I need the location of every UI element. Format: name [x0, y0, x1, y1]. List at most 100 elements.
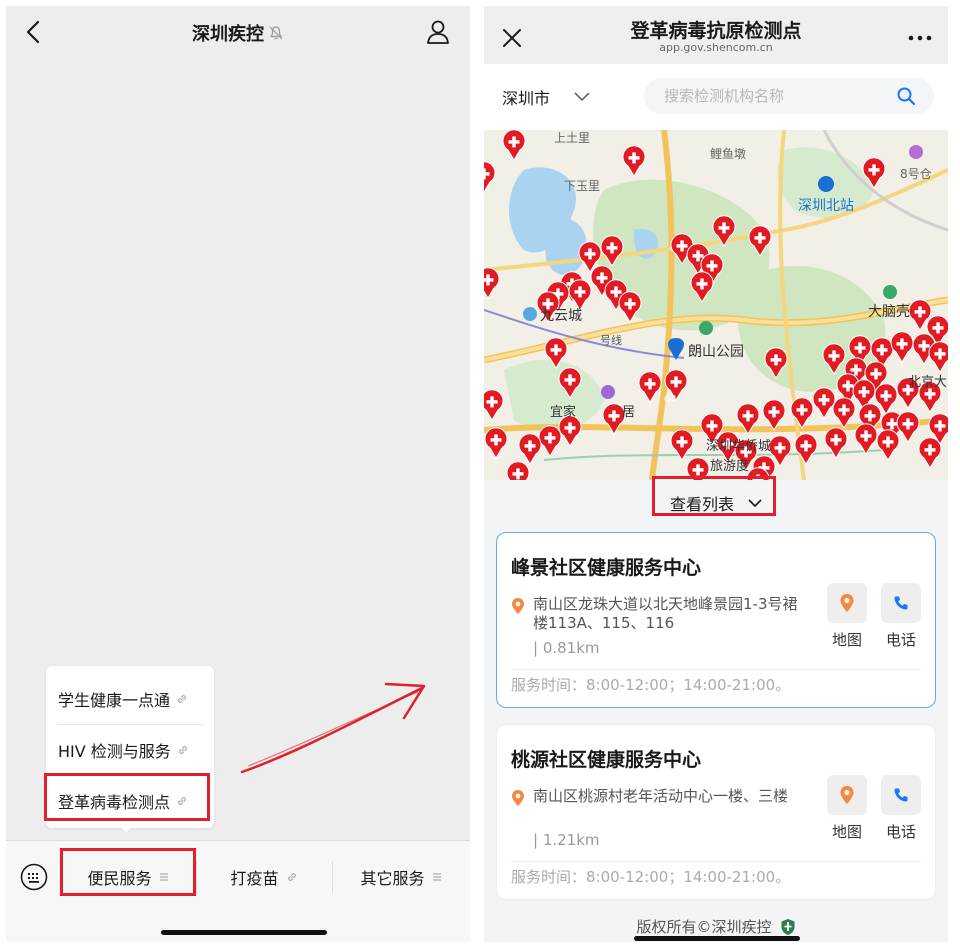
clinic-distance: | 1.21km — [533, 831, 600, 849]
medical-cross-pin-icon[interactable] — [876, 429, 900, 461]
map-label: 旅游度 — [710, 458, 749, 474]
clinic-hours: 服务时间：8:00-12:00；14:00-21:00。 — [511, 868, 791, 886]
phone-button[interactable]: 电话 — [881, 775, 921, 842]
location-pin-icon — [512, 790, 524, 806]
clinic-name: 桃源社区健康服务中心 — [511, 749, 702, 771]
map-water — [544, 217, 587, 275]
annotation-arrow — [240, 682, 426, 774]
phone-button-box — [881, 583, 921, 623]
menu-lines-icon — [432, 872, 442, 882]
map-button-box — [827, 775, 867, 815]
map-button-label: 地图 — [831, 823, 862, 841]
clinic-address: 南山区龙珠大道以北天地峰景园1-3号裙楼113A、115、116 — [533, 595, 798, 632]
copyright-footer: 版权所有©深圳疾控 — [484, 916, 948, 937]
map-label: 深圳华侨城 — [706, 439, 771, 454]
profile-icon[interactable] — [424, 18, 452, 46]
map-label: 大脑壳 — [868, 303, 910, 320]
copyright-text: 版权所有©深圳疾控 — [636, 918, 772, 936]
left-title-wrap: 深圳疾控 — [6, 20, 470, 46]
medical-cross-pin-icon[interactable] — [484, 389, 504, 421]
more-icon[interactable] — [906, 30, 934, 46]
medical-cross-pin-icon[interactable] — [812, 387, 836, 419]
medical-cross-pin-icon[interactable] — [622, 145, 646, 177]
medical-cross-pin-icon[interactable] — [484, 267, 500, 299]
map-label: G4 — [664, 395, 677, 405]
phone-button-label: 电话 — [885, 823, 916, 841]
medical-cross-pin-icon[interactable] — [854, 423, 878, 455]
medical-cross-pin-icon[interactable] — [896, 411, 920, 443]
menu-lines-icon — [159, 872, 169, 882]
medical-cross-pin-icon[interactable] — [506, 461, 530, 480]
medical-cross-pin-icon[interactable] — [502, 130, 526, 161]
map-label: 鲤鱼墩 — [710, 147, 746, 161]
bottom-menu-vaccine[interactable]: 打疫苗 — [196, 841, 332, 913]
menu-item-student-health[interactable]: 学生健康一点通 — [58, 674, 204, 724]
home-indicator — [161, 930, 327, 935]
filter-bar: 深圳市 — [484, 64, 948, 130]
map-button-label: 地图 — [831, 631, 862, 649]
clinic-distance: | 0.81km — [533, 639, 600, 657]
medical-cross-pin-icon[interactable] — [518, 433, 542, 465]
map-button[interactable]: 地图 — [827, 583, 867, 650]
clinic-card[interactable]: 峰景社区健康服务中心 南山区龙珠大道以北天地峰景园1-3号裙楼113A、115、… — [496, 532, 936, 708]
menu-item-label: HIV 检测与服务 — [58, 742, 171, 761]
menu-item-dengue[interactable]: 登革病毒检测点 — [58, 776, 204, 826]
menu-caret — [118, 824, 134, 832]
phone-button[interactable]: 电话 — [881, 583, 921, 650]
medical-cross-pin-icon[interactable] — [762, 399, 786, 431]
map-label: 深圳北站 — [798, 198, 854, 214]
menu-item-label: 学生健康一点通 — [58, 691, 171, 710]
medical-cross-pin-icon[interactable] — [918, 437, 942, 469]
chevron-down-icon — [748, 498, 762, 508]
bottom-menu-label: 打疫苗 — [230, 869, 279, 888]
map-label: 号线 — [600, 333, 622, 347]
map-button[interactable]: 地图 — [827, 775, 867, 842]
medical-cross-pin-icon[interactable] — [638, 371, 662, 403]
map-view[interactable]: 上土里 鲤鱼墩 下玉里 深圳北站 8号仓 九云城 大脑壳 朗山公园 宜家 居 深… — [484, 130, 948, 480]
medical-cross-pin-icon[interactable] — [928, 341, 948, 373]
clinic-hours: 服务时间：8:00-12:00；14:00-21:00。 — [511, 676, 791, 694]
medical-cross-pin-icon[interactable] — [832, 397, 856, 429]
location-pin-icon — [840, 786, 854, 804]
map-button-box — [827, 583, 867, 623]
menu-item-hiv[interactable]: HIV 检测与服务 — [58, 725, 204, 775]
medical-cross-pin-icon[interactable] — [538, 425, 562, 457]
map-label: 上土里 — [554, 131, 590, 145]
bottom-menu-other[interactable]: 其它服务 — [332, 841, 470, 913]
medical-cross-pin-icon[interactable] — [790, 397, 814, 429]
view-list-toggle[interactable]: 查看列表 — [484, 480, 948, 526]
view-list-label: 查看列表 — [669, 495, 734, 514]
search-icon[interactable] — [896, 86, 916, 106]
medical-cross-pin-icon[interactable] — [890, 331, 914, 363]
medical-cross-pin-icon[interactable] — [558, 415, 582, 447]
medical-cross-pin-icon[interactable] — [794, 433, 818, 465]
medical-cross-pin-icon[interactable] — [484, 161, 496, 193]
map-label: 居 — [622, 405, 635, 420]
medical-cross-pin-icon[interactable] — [568, 279, 592, 311]
clinic-name: 峰景社区健康服务中心 — [511, 557, 702, 579]
search-input[interactable] — [664, 78, 884, 114]
park-icon — [699, 321, 713, 335]
bottom-menu-bar: 便民服务 打疫苗 其它服务 — [6, 840, 470, 942]
service-popup-menu: 学生健康一点通 HIV 检测与服务 登革病毒检测点 — [46, 666, 214, 828]
keyboard-icon[interactable] — [20, 863, 48, 891]
clinic-address: 南山区桃源村老年活动中心一楼、三楼 — [533, 787, 789, 805]
left-phone-screen: 深圳疾控 学生健康一点通 HIV 检测与服务 登革病毒检测点 便民服务 打疫苗 … — [6, 6, 470, 942]
bottom-menu-label: 便民服务 — [87, 869, 152, 888]
bottom-menu-convenience[interactable]: 便民服务 — [62, 841, 194, 913]
page-domain: app.gov.shencom.cn — [659, 41, 773, 54]
phone-icon — [894, 596, 908, 610]
mute-icon — [268, 25, 284, 46]
location-pin-icon — [512, 598, 524, 614]
clinic-card[interactable]: 桃源社区健康服务中心 南山区桃源村老年活动中心一楼、三楼 | 1.21km 地图… — [496, 724, 936, 900]
city-select-label: 深圳市 — [502, 89, 551, 108]
medical-cross-pin-icon[interactable] — [686, 457, 710, 480]
medical-cross-pin-icon[interactable] — [484, 427, 508, 459]
map-label: 朗山公园 — [688, 344, 744, 360]
phone-icon — [894, 788, 908, 802]
phone-button-box — [881, 775, 921, 815]
shop-icon — [909, 145, 923, 159]
map-label: 8号仓 — [900, 167, 932, 181]
city-select[interactable]: 深圳市 — [502, 84, 590, 110]
home-indicator — [634, 936, 800, 941]
